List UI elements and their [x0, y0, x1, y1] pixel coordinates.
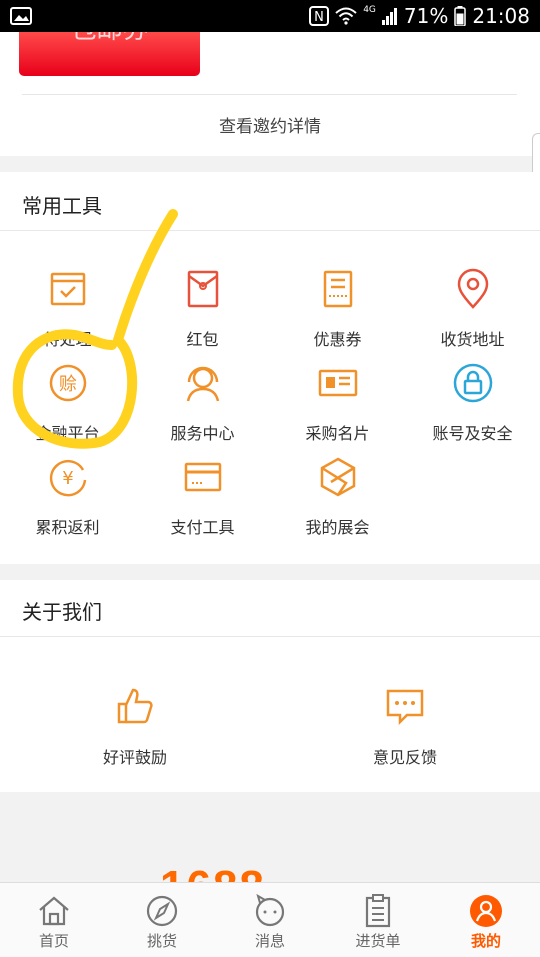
clock: 21:08 — [472, 4, 530, 28]
compass-icon — [146, 895, 178, 927]
red-envelope-icon — [187, 270, 218, 308]
message-face-icon — [255, 893, 285, 927]
divider — [0, 636, 540, 637]
tab-purchase-list[interactable]: 进货单 — [324, 883, 432, 957]
tool-label: 我的展会 — [305, 518, 370, 537]
calendar-check-icon — [50, 272, 85, 306]
coupon-label: 包邮券 — [70, 32, 148, 45]
svg-text:¥: ¥ — [62, 468, 73, 489]
tool-label: 红包 — [186, 330, 219, 349]
feedback-button[interactable]: 意见反馈 — [270, 686, 540, 776]
tool-service-center[interactable]: 服务中心 — [135, 362, 270, 452]
tab-label: 我的 — [470, 932, 501, 950]
tab-browse[interactable]: 挑货 — [108, 883, 216, 957]
tool-coupon[interactable]: 优惠券 — [270, 268, 405, 358]
tool-label: 优惠券 — [313, 330, 362, 349]
home-icon — [39, 896, 69, 926]
tool-account-security[interactable]: 账号及安全 — [405, 362, 540, 452]
lock-icon — [453, 363, 492, 403]
yen-rebate-icon: ¥ — [49, 460, 86, 497]
tab-label: 首页 — [38, 932, 69, 950]
tab-label: 消息 — [254, 932, 285, 950]
network-type: 4G — [363, 5, 376, 15]
tool-payment[interactable]: 支付工具 — [135, 456, 270, 546]
location-pin-icon — [457, 268, 488, 309]
tab-label: 挑货 — [146, 932, 177, 950]
tool-label: 服务中心 — [170, 424, 235, 443]
thumbs-up-icon — [117, 688, 153, 724]
feedback-bubble-icon — [386, 689, 424, 726]
nfc-icon: N — [309, 6, 330, 26]
tool-accumulated-rebate[interactable]: ¥ 累积返利 — [0, 456, 135, 546]
tool-label: 支付工具 — [170, 518, 235, 537]
tab-messages[interactable]: 消息 — [216, 883, 324, 957]
status-bar: N 4G 71% 21:08 — [0, 0, 540, 32]
tab-label: 进货单 — [355, 932, 401, 950]
tool-label: 累积返利 — [35, 518, 100, 537]
tool-label: 采购名片 — [305, 424, 370, 443]
tool-label: 金融平台 — [35, 424, 100, 443]
business-card-icon — [318, 369, 357, 397]
clipboard-icon — [365, 894, 391, 928]
common-tools-section: 常用工具 待处理 红包 优惠券 收货地址 赊 金融平台 服务中心 采购名片 账号… — [0, 172, 540, 564]
divider — [22, 94, 517, 95]
profile-icon — [470, 895, 502, 927]
rate-app-button[interactable]: 好评鼓励 — [0, 686, 270, 776]
signal-icon — [381, 8, 397, 25]
svg-text:赊: 赊 — [59, 374, 77, 395]
about-us-section: 关于我们 好评鼓励 意见反馈 — [0, 580, 540, 792]
tool-label: 账号及安全 — [432, 424, 513, 443]
tool-label: 收货地址 — [440, 330, 505, 349]
tool-shipping-address[interactable]: 收货地址 — [405, 268, 540, 358]
headset-icon — [186, 366, 219, 402]
wifi-icon — [335, 7, 357, 25]
image-notification-icon — [10, 7, 32, 25]
view-invite-details-link[interactable]: 查看邀约详情 — [0, 112, 540, 137]
battery-icon — [454, 6, 467, 26]
compensation-icon: 赊 — [49, 364, 86, 402]
about-label: 好评鼓励 — [102, 748, 167, 767]
tool-pending[interactable]: 待处理 — [0, 268, 135, 358]
divider — [0, 230, 540, 231]
bottom-tab-bar: 首页 挑货 消息 进货单 我的 — [0, 882, 540, 957]
coupon-button[interactable]: 包邮券 — [19, 32, 200, 76]
bank-card-icon — [184, 462, 221, 492]
svg-text:N: N — [314, 10, 324, 25]
tool-red-envelope[interactable]: 红包 — [135, 268, 270, 358]
section-title: 常用工具 — [22, 194, 102, 218]
coupon-icon — [323, 270, 352, 308]
tab-home[interactable]: 首页 — [0, 883, 108, 957]
tool-purchase-card[interactable]: 采购名片 — [270, 362, 405, 452]
tab-mine[interactable]: 我的 — [432, 883, 540, 957]
battery-percent: 71% — [403, 4, 449, 28]
tool-finance-platform[interactable]: 赊 金融平台 — [0, 362, 135, 452]
section-title: 关于我们 — [22, 600, 102, 624]
tool-label: 待处理 — [43, 330, 92, 349]
invite-card: 包邮券 查看邀约详情 — [0, 32, 540, 156]
cube-icon — [320, 457, 355, 497]
tool-my-exhibition[interactable]: 我的展会 — [270, 456, 405, 546]
about-label: 意见反馈 — [372, 748, 437, 767]
